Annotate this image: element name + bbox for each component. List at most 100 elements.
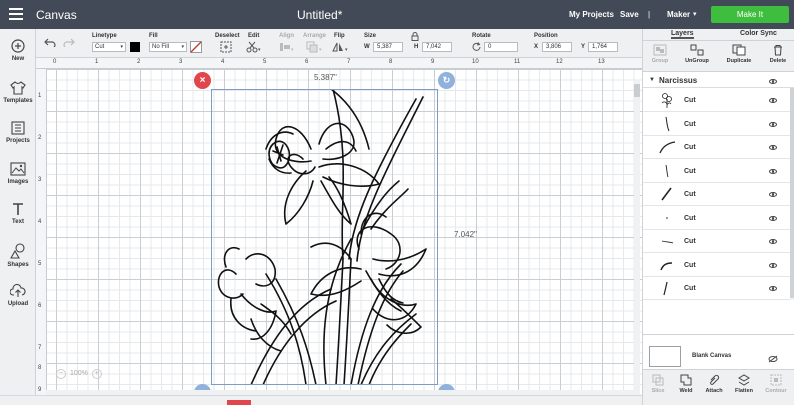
make-it-button[interactable]: Make It (711, 6, 789, 23)
eye-icon[interactable] (769, 98, 777, 103)
eye-icon[interactable] (769, 239, 777, 244)
layer-row[interactable]: Cut (643, 89, 794, 112)
vertical-scrollbar[interactable] (634, 80, 640, 395)
linetype-color-swatch[interactable] (130, 42, 140, 52)
eye-icon[interactable] (769, 122, 777, 127)
eye-icon[interactable] (769, 169, 777, 174)
no-fill-icon[interactable] (190, 41, 202, 53)
fill-select[interactable]: No Fill ▾ (149, 42, 187, 52)
layer-row[interactable]: Cut (643, 113, 794, 136)
canvas-color-swatch[interactable] (649, 346, 681, 367)
layers-scrollbar[interactable] (790, 88, 794, 300)
ungroup-button[interactable]: UnGroup (682, 44, 712, 64)
contour-icon (770, 374, 782, 386)
linetype-value: Cut (95, 44, 105, 50)
save-button[interactable]: Save (620, 10, 639, 19)
layer-row[interactable]: Cut (643, 277, 794, 300)
layer-row[interactable]: Cut (643, 160, 794, 183)
sidebar-item-templates[interactable]: Templates (0, 81, 36, 104)
eye-icon[interactable] (769, 286, 777, 291)
layer-row[interactable]: Cut (643, 183, 794, 206)
blank-canvas-label: Blank Canvas (692, 353, 732, 359)
slice-button[interactable]: Slice (644, 374, 672, 394)
machine-select[interactable]: Maker (667, 10, 690, 19)
attach-button[interactable]: Attach (700, 374, 728, 394)
stroke-thumb-icon (665, 116, 670, 132)
design-canvas[interactable]: 0 1 2 3 4 5 6 7 8 9 10 11 12 13 1 2 3 4 … (36, 58, 642, 395)
blank-canvas-row[interactable]: Blank Canvas (643, 334, 794, 369)
lock-icon[interactable] (411, 32, 419, 41)
arrange-icon[interactable]: ▾ (306, 41, 324, 53)
scrollbar-thumb[interactable] (634, 84, 640, 97)
sidebar-item-new[interactable]: New (0, 39, 36, 62)
layer-label: Cut (684, 121, 696, 128)
sidebar-item-text[interactable]: Text (0, 202, 36, 225)
redo-icon[interactable] (63, 37, 75, 47)
dash-thumb-icon (661, 240, 674, 244)
sidebar-item-projects[interactable]: Projects (0, 121, 36, 144)
delete-label: Delete (769, 58, 787, 64)
delete-button[interactable]: Delete (763, 44, 793, 64)
zoom-control[interactable]: − 100% + (56, 369, 102, 383)
fill-label: Fill (149, 33, 158, 39)
group-button[interactable]: Group (645, 44, 675, 64)
document-title[interactable]: Untitled* (297, 8, 342, 22)
caret-down-icon[interactable]: ▼ (649, 77, 655, 83)
tab-layers[interactable]: Layers (671, 30, 694, 39)
eye-hidden-icon[interactable] (768, 355, 778, 363)
scissors-icon[interactable]: ▾ (246, 41, 262, 53)
tab-color-sync[interactable]: Color Sync (740, 30, 777, 37)
sidebar-item-label: New (11, 56, 25, 62)
zoom-out-icon[interactable]: − (56, 369, 66, 379)
shirt-icon (10, 81, 26, 95)
eye-icon[interactable] (769, 192, 777, 197)
chevron-down-icon: ▾ (120, 44, 123, 50)
eye-icon[interactable] (769, 216, 777, 221)
layer-row[interactable]: Cut (643, 254, 794, 277)
eye-icon[interactable] (769, 145, 777, 150)
menu-icon[interactable] (9, 8, 23, 20)
sidebar-item-shapes[interactable]: Shapes (0, 243, 36, 268)
weld-label: Weld (679, 388, 693, 394)
ruler-tick-label: 12 (556, 59, 563, 65)
selection-box[interactable] (211, 89, 438, 385)
duplicate-button[interactable]: Duplicate (724, 44, 754, 64)
layer-label: Cut (684, 191, 696, 198)
chevron-down-icon[interactable]: ▾ (693, 10, 697, 18)
eye-icon[interactable] (769, 79, 777, 84)
sidebar-item-upload[interactable]: Upload (0, 283, 36, 307)
edit-toolbar: Linetype Cut ▾ Fill No Fill ▾ Deselect Edi… (36, 29, 642, 58)
undo-icon[interactable] (44, 37, 56, 47)
align-icon[interactable]: ▾ (279, 41, 295, 53)
ruler-tick-label: 4 (221, 59, 225, 65)
layer-label: Cut (684, 215, 696, 222)
eye-icon[interactable] (769, 263, 777, 268)
layer-row[interactable]: Cut (643, 207, 794, 230)
layer-row[interactable]: Cut (643, 230, 794, 253)
left-sidebar: New Templates Projects Images Text Shape… (0, 29, 36, 405)
weld-button[interactable]: Weld (672, 374, 700, 394)
zoom-in-icon[interactable]: + (91, 369, 102, 379)
linetype-select[interactable]: Cut ▾ (92, 42, 126, 52)
delete-handle-icon[interactable]: × (194, 72, 211, 89)
rotate-input[interactable]: 0 (484, 42, 518, 52)
sidebar-item-images[interactable]: Images (0, 162, 36, 185)
layer-row[interactable]: Cut (643, 136, 794, 159)
layer-group-header[interactable]: ▼ Narcissus (643, 74, 794, 88)
topbar-separator: | (648, 10, 651, 19)
my-projects-link[interactable]: My Projects (569, 10, 614, 19)
scrollbar-thumb[interactable] (790, 88, 794, 298)
position-x-input[interactable]: 3,806 (542, 42, 572, 52)
rotate-icon (472, 42, 481, 51)
deselect-icon[interactable] (220, 41, 232, 53)
height-input[interactable]: 7,042 (422, 42, 452, 52)
paperclip-icon (710, 374, 720, 385)
flatten-button[interactable]: Flatten (730, 374, 758, 394)
curve-thumb-icon (660, 262, 673, 271)
ruler-tick-label: 5 (38, 261, 42, 267)
width-input[interactable]: 5,387 (373, 42, 403, 52)
flip-icon[interactable]: ▾ (332, 41, 350, 53)
contour-button[interactable]: Contour (762, 374, 790, 394)
position-y-input[interactable]: 1,764 (588, 42, 618, 52)
rotate-handle-icon[interactable]: ↻ (438, 72, 455, 89)
